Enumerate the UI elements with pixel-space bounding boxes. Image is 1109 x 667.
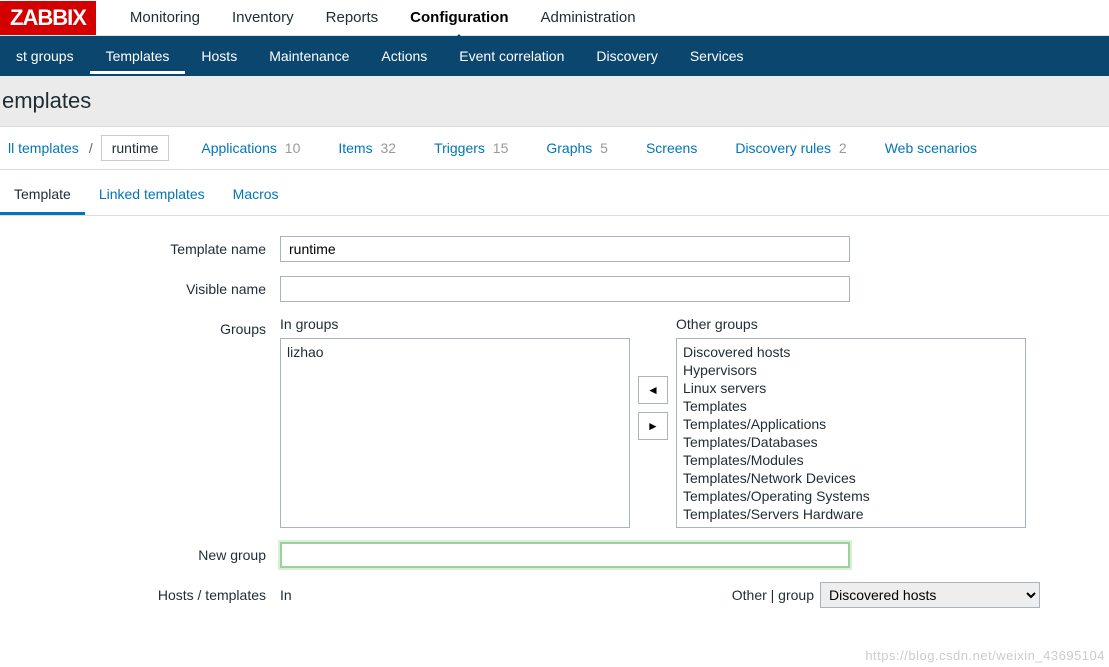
tab-label: Screens: [646, 140, 697, 156]
page-title: emplates: [0, 88, 1109, 126]
nav-administration[interactable]: Administration: [525, 1, 652, 34]
list-item[interactable]: Templates/Operating Systems: [683, 487, 1019, 505]
row-new-group: New group: [0, 542, 1109, 568]
label-template-name: Template name: [0, 236, 280, 257]
list-item[interactable]: Templates: [683, 397, 1019, 415]
subnav-hosts[interactable]: Hosts: [185, 38, 253, 74]
other-groups-column: Other groups Discovered hosts Hypervisor…: [676, 316, 1026, 528]
tab-discovery-rules[interactable]: Discovery rules 2: [723, 136, 858, 160]
list-item[interactable]: Templates/Modules: [683, 451, 1019, 469]
subnav-event-correlation[interactable]: Event correlation: [443, 38, 580, 74]
in-groups-listbox[interactable]: lizhao: [280, 338, 630, 528]
row-hosts-templates: Hosts / templates In Other | group Disco…: [0, 582, 1109, 608]
triangle-left-icon: ◄: [647, 383, 659, 397]
tab-count: 32: [380, 140, 396, 156]
label-in-groups: In groups: [280, 316, 630, 332]
subnav-maintenance[interactable]: Maintenance: [253, 38, 365, 74]
breadcrumb-current: runtime: [101, 135, 170, 161]
tab-count: 15: [493, 140, 509, 156]
other-groups-listbox[interactable]: Discovered hosts Hypervisors Linux serve…: [676, 338, 1026, 528]
breadcrumb-separator: /: [87, 140, 95, 156]
tab-count: 10: [285, 140, 301, 156]
tab-graphs[interactable]: Graphs 5: [534, 136, 620, 160]
top-bar: ZABBIX Monitoring Inventory Reports Conf…: [0, 0, 1109, 36]
tab-count: 2: [839, 140, 847, 156]
tab-applications[interactable]: Applications 10: [189, 136, 312, 160]
tab-items[interactable]: Items 32: [326, 136, 408, 160]
page-header: emplates: [0, 76, 1109, 126]
new-group-input[interactable]: [280, 542, 850, 568]
move-right-button[interactable]: ►: [638, 412, 668, 440]
list-item[interactable]: lizhao: [287, 343, 623, 361]
form-tabs: Template Linked templates Macros: [0, 176, 1109, 216]
tab-triggers[interactable]: Triggers 15: [422, 136, 520, 160]
triangle-right-icon: ►: [647, 419, 659, 433]
tab-label: Discovery rules: [735, 140, 831, 156]
template-name-input[interactable]: [280, 236, 850, 262]
hosts-other-wrap: Other | group Discovered hosts: [732, 582, 1040, 608]
list-item[interactable]: Discovered hosts: [683, 343, 1019, 361]
label-hosts-templates: Hosts / templates: [0, 582, 280, 603]
formtab-macros[interactable]: Macros: [219, 176, 293, 215]
move-buttons: ◄ ►: [630, 316, 676, 440]
formtab-linked-templates[interactable]: Linked templates: [85, 176, 219, 215]
label-hosts-in: In: [280, 587, 292, 603]
nav-reports[interactable]: Reports: [310, 1, 395, 34]
label-visible-name: Visible name: [0, 276, 280, 297]
app-logo: ZABBIX: [0, 1, 96, 35]
template-tab-row: ll templates / runtime Applications 10 I…: [0, 126, 1109, 170]
list-item[interactable]: Templates/Databases: [683, 433, 1019, 451]
subnav-actions[interactable]: Actions: [365, 38, 443, 74]
breadcrumb-all-templates[interactable]: ll templates: [0, 136, 87, 160]
label-other-groups: Other groups: [676, 316, 1026, 332]
list-item[interactable]: Templates/Applications: [683, 415, 1019, 433]
subnav-hostgroups[interactable]: st groups: [0, 38, 90, 74]
nav-monitoring[interactable]: Monitoring: [114, 1, 216, 34]
visible-name-input[interactable]: [280, 276, 850, 302]
row-groups: Groups In groups lizhao ◄ ► Other groups…: [0, 316, 1109, 528]
tab-label: Items: [338, 140, 372, 156]
tab-screens[interactable]: Screens: [634, 136, 709, 160]
subnav-templates[interactable]: Templates: [90, 38, 186, 74]
nav-inventory[interactable]: Inventory: [216, 1, 310, 34]
list-item[interactable]: Hypervisors: [683, 361, 1019, 379]
nav-configuration[interactable]: Configuration: [394, 1, 524, 34]
tab-label: Applications: [201, 140, 277, 156]
primary-nav: Monitoring Inventory Reports Configurati…: [114, 1, 652, 34]
label-hosts-other: Other | group: [732, 587, 814, 603]
row-template-name: Template name: [0, 236, 1109, 262]
row-visible-name: Visible name: [0, 276, 1109, 302]
other-group-select[interactable]: Discovered hosts: [820, 582, 1040, 608]
tab-count: 5: [600, 140, 608, 156]
list-item[interactable]: Linux servers: [683, 379, 1019, 397]
list-item[interactable]: Templates/Network Devices: [683, 469, 1019, 487]
watermark: https://blog.csdn.net/weixin_43695104: [865, 648, 1105, 663]
formtab-template[interactable]: Template: [0, 176, 85, 215]
tab-label: Triggers: [434, 140, 485, 156]
secondary-nav: st groups Templates Hosts Maintenance Ac…: [0, 36, 1109, 76]
move-left-button[interactable]: ◄: [638, 376, 668, 404]
label-new-group: New group: [0, 542, 280, 563]
tab-label: Web scenarios: [885, 140, 977, 156]
subnav-services[interactable]: Services: [674, 38, 760, 74]
subnav-discovery[interactable]: Discovery: [580, 38, 673, 74]
tab-label: Graphs: [546, 140, 592, 156]
list-item[interactable]: Templates/Servers Hardware: [683, 505, 1019, 523]
in-groups-column: In groups lizhao: [280, 316, 630, 528]
template-form: Template name Visible name Groups In gro…: [0, 216, 1109, 642]
label-groups: Groups: [0, 316, 280, 337]
tab-web-scenarios[interactable]: Web scenarios: [873, 136, 989, 160]
